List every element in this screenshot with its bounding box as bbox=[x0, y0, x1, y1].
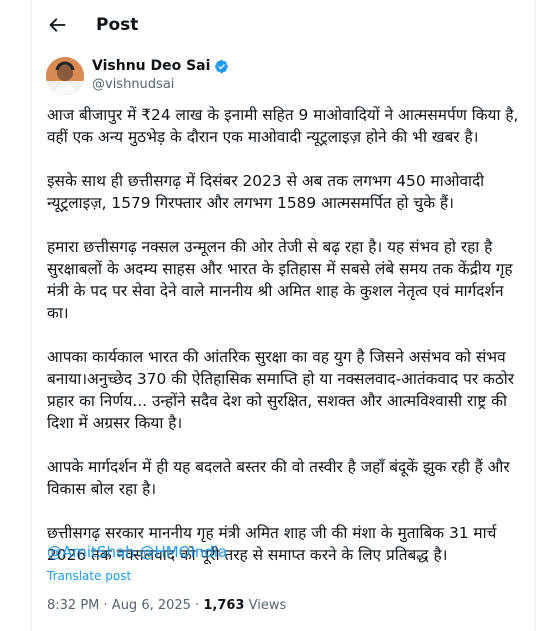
author-name-row: Vishnu Deo Sai bbox=[92, 58, 229, 74]
views-label: Views bbox=[248, 598, 287, 613]
post-paragraph: इसके साथ ही छत्तीसगढ़ में दिसंबर 2023 से… bbox=[47, 172, 485, 212]
page-title: Post bbox=[96, 15, 139, 35]
post-paragraph: आपका कार्यकाल भारत की आंतरिक सुरक्षा का … bbox=[47, 348, 515, 432]
post-paragraph: हमारा छत्तीसगढ़ नक्सल उन्मूलन की ओर तेजी… bbox=[47, 238, 513, 322]
avatar[interactable] bbox=[46, 57, 84, 95]
meta-separator: · bbox=[99, 598, 112, 613]
author-handle[interactable]: @vishnudsai bbox=[92, 77, 174, 92]
back-arrow-icon[interactable] bbox=[46, 14, 68, 36]
post-body: आज बीजापुर में ₹24 लाख के इनामी सहित 9 म… bbox=[47, 104, 529, 588]
post-meta: 8:32 PM · Aug 6, 2025 · 1,763 Views bbox=[47, 598, 286, 613]
mention-link[interactable]: @HMOIndia bbox=[139, 543, 227, 561]
post-time[interactable]: 8:32 PM bbox=[47, 598, 99, 613]
post-paragraph: आज बीजापुर में ₹24 लाख के इनामी सहित 9 म… bbox=[47, 106, 519, 146]
meta-separator: · bbox=[190, 598, 204, 613]
post-paragraph: आपके मार्गदर्शन में ही यह बदलते बस्तर की… bbox=[47, 458, 510, 498]
author-name[interactable]: Vishnu Deo Sai bbox=[92, 58, 210, 74]
mentions-line: @AmitShah @HMOIndia bbox=[47, 543, 227, 561]
top-bar: Post bbox=[32, 0, 535, 52]
post-date[interactable]: Aug 6, 2025 bbox=[112, 598, 191, 613]
verified-badge-icon bbox=[215, 59, 229, 73]
translate-post-link[interactable]: Translate post bbox=[47, 569, 131, 583]
mention-link[interactable]: @AmitShah bbox=[47, 543, 135, 561]
post-panel: Post Vishnu Deo Sai @vishnudsai आज बीजाप… bbox=[31, 0, 536, 631]
views-count: 1,763 bbox=[203, 598, 245, 613]
avatar-image bbox=[46, 57, 84, 95]
